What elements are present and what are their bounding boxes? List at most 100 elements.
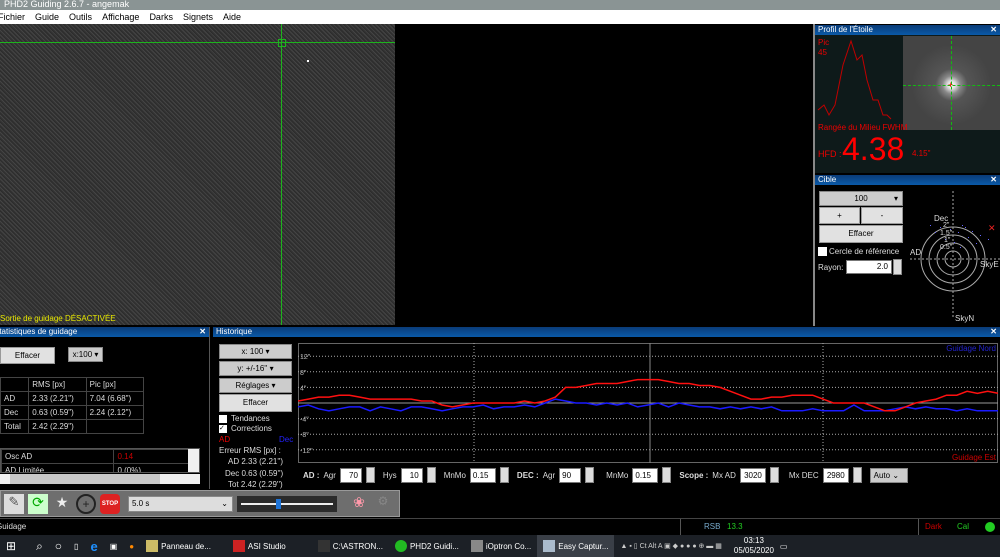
- ad-mnmo-spinner[interactable]: [499, 467, 509, 483]
- agr-label: Agr: [542, 470, 556, 480]
- menu-darks[interactable]: Darks: [149, 12, 173, 22]
- radius-label: Rayon:: [818, 263, 844, 272]
- svg-text:1": 1": [944, 237, 951, 244]
- ad-hys-input[interactable]: 10: [400, 467, 423, 483]
- horizontal-scrollbar[interactable]: [0, 474, 200, 484]
- panel-header: Historique ✕: [213, 327, 1000, 337]
- settings-select[interactable]: Réglages ▾: [219, 378, 292, 393]
- exposure-select[interactable]: 5.0 s ⌄: [128, 495, 233, 512]
- loop-icon[interactable]: ⟳: [28, 493, 48, 514]
- close-icon[interactable]: ✕: [199, 327, 206, 337]
- dec-agr-input[interactable]: 90: [559, 467, 582, 483]
- ad-agr-spinner[interactable]: [365, 467, 375, 483]
- auto-select-star-icon[interactable]: ★: [52, 494, 72, 514]
- y-scale-select[interactable]: y: +/-16'' ▾: [219, 361, 292, 376]
- guide-icon[interactable]: +: [76, 493, 96, 514]
- y-tick-label: 12": [300, 354, 311, 361]
- taskbar-app-ioptron[interactable]: iOptron Co...: [465, 535, 537, 557]
- mx-ad-input[interactable]: 3020: [739, 467, 766, 483]
- hys-label: Hys: [382, 470, 397, 480]
- ad-agr-input[interactable]: 70: [339, 467, 362, 483]
- search-icon[interactable]: ⌕: [30, 535, 49, 557]
- target-panel: Cible ✕ 100 ▾ + - Effacer Cercle de référe…: [815, 175, 1000, 326]
- menu-signets[interactable]: Signets: [183, 12, 213, 22]
- centroid-marker: +: [948, 80, 954, 90]
- x-scale-select[interactable]: x: 100 ▾: [219, 344, 292, 359]
- rms-title: Erreur RMS [px] :: [219, 446, 281, 455]
- mx-ad-spinner[interactable]: [769, 467, 779, 483]
- star-profile-panel: Profil de l'Étoile ✕ Pic 45 + Rangée du Mi…: [815, 25, 1000, 173]
- stats-scale-select[interactable]: x:100 ▾: [68, 347, 103, 362]
- panel-title: Historique: [216, 327, 253, 336]
- mx-dec-spinner[interactable]: [852, 467, 862, 483]
- ref-circle-label: Cercle de référence: [829, 247, 900, 256]
- mx-dec-input[interactable]: 2980: [822, 467, 849, 483]
- star: [307, 60, 309, 62]
- history-clear-button[interactable]: Effacer: [219, 394, 292, 412]
- history-graph[interactable]: 12" 8" 4" -4" -8" -12": [298, 343, 998, 463]
- ref-circle-checkbox[interactable]: [818, 247, 827, 256]
- brain-icon[interactable]: ❀: [349, 494, 369, 514]
- guide-controls: AD : Agr 70 Hys 10 MnMo 0.15 DEC : Agr 90 …: [303, 467, 908, 483]
- menu-fichier[interactable]: Fichier: [0, 12, 25, 22]
- camera-view[interactable]: Sortie de guidage DÉSACTIVÉE: [0, 24, 395, 325]
- menu-outils[interactable]: Outils: [69, 12, 92, 22]
- table-row: AD 2.33 (2.21") 7.04 (6.68"): [0, 391, 145, 406]
- start-windows-icon[interactable]: ⊞: [0, 535, 22, 557]
- stats-clear-button[interactable]: Effacer: [0, 347, 55, 364]
- task-view-icon[interactable]: ▯: [68, 535, 84, 557]
- cortana-icon[interactable]: ○: [49, 535, 68, 557]
- menu-guide[interactable]: Guide: [35, 12, 59, 22]
- gamma-slider[interactable]: [237, 495, 337, 512]
- stats-extra-list: Osc AD 0.14 AD Limitée 0 (0%): [0, 448, 200, 473]
- svg-text:0.5": 0.5": [940, 244, 953, 251]
- taskbar-app-control-panel[interactable]: Panneau de...: [140, 535, 217, 557]
- target-clear-button[interactable]: Effacer: [819, 225, 903, 243]
- hfd-arcsec: 4.15": [912, 149, 931, 158]
- store-icon[interactable]: ▣: [104, 535, 124, 557]
- camera-settings-icon[interactable]: ⚙: [373, 494, 393, 514]
- taskbar-app-phd2[interactable]: PHD2 Guidi...: [389, 535, 465, 557]
- clock[interactable]: 03:13 05/05/2020: [734, 536, 774, 556]
- radius-spinner[interactable]: [893, 259, 902, 275]
- panel-title: Profil de l'Étoile: [818, 25, 873, 34]
- notifications-icon[interactable]: ▭: [774, 535, 794, 557]
- dec-mnmo-input[interactable]: 0.15: [632, 467, 659, 483]
- dec-legend: Dec: [279, 435, 294, 444]
- zoom-out-button[interactable]: -: [861, 207, 903, 224]
- stop-icon[interactable]: STOP: [100, 493, 120, 514]
- corrections-checkbox[interactable]: ✓ Corrections: [219, 424, 272, 433]
- system-tray[interactable]: ▲ ▪ ▯ Ct Alt A ▣ ◆ ● ● ● ⊕ ▬ ▦: [614, 535, 727, 557]
- zoom-in-button[interactable]: +: [819, 207, 860, 224]
- trends-checkbox[interactable]: Tendances: [219, 414, 270, 423]
- edge-icon[interactable]: e: [84, 535, 103, 557]
- snr-label: RSB: [704, 522, 721, 531]
- taskbar-app-asi-studio[interactable]: ASI Studio: [227, 535, 292, 557]
- mx-ad-label: Mx AD: [712, 470, 736, 480]
- star-thumbnail: +: [903, 36, 1000, 130]
- dec-mnmo-spinner[interactable]: [662, 467, 672, 483]
- vertical-scrollbar[interactable]: [188, 449, 199, 472]
- guide-stats-panel: Statistiques de guidage ✕ Effacer x:100 ▾…: [0, 327, 210, 489]
- dec-agr-spinner[interactable]: [585, 467, 595, 483]
- rms-ad: AD 2.33 (2.21''): [228, 457, 284, 466]
- firefox-icon[interactable]: ●: [123, 535, 140, 557]
- taskbar-app-easy-capture[interactable]: Easy Captur...: [537, 535, 615, 557]
- close-icon[interactable]: ✕: [990, 25, 997, 35]
- status-divider: [918, 519, 919, 535]
- close-icon[interactable]: ✕: [990, 327, 997, 337]
- main-toolbar: ✎ ⟳ ★ + STOP 5.0 s ⌄ ❀ ⚙: [0, 490, 400, 517]
- radius-input[interactable]: 2.0: [846, 260, 892, 274]
- status-text: Guidage: [0, 522, 27, 531]
- taskbar-app-cmd[interactable]: C:\ASTRON...: [312, 535, 389, 557]
- skye-label: SkyE: [980, 260, 999, 269]
- dec-mode-select[interactable]: Auto ⌄: [869, 467, 908, 483]
- close-icon[interactable]: ✕: [990, 175, 997, 185]
- ad-mnmo-input[interactable]: 0.15: [469, 467, 496, 483]
- target-zoom-select[interactable]: 100 ▾: [819, 191, 903, 206]
- snr-value: 13.3: [727, 522, 743, 531]
- menu-affichage[interactable]: Affichage: [102, 12, 139, 22]
- connect-equipment-icon[interactable]: ✎: [4, 493, 24, 514]
- menu-aide[interactable]: Aide: [223, 12, 241, 22]
- ad-hys-spinner[interactable]: [426, 467, 436, 483]
